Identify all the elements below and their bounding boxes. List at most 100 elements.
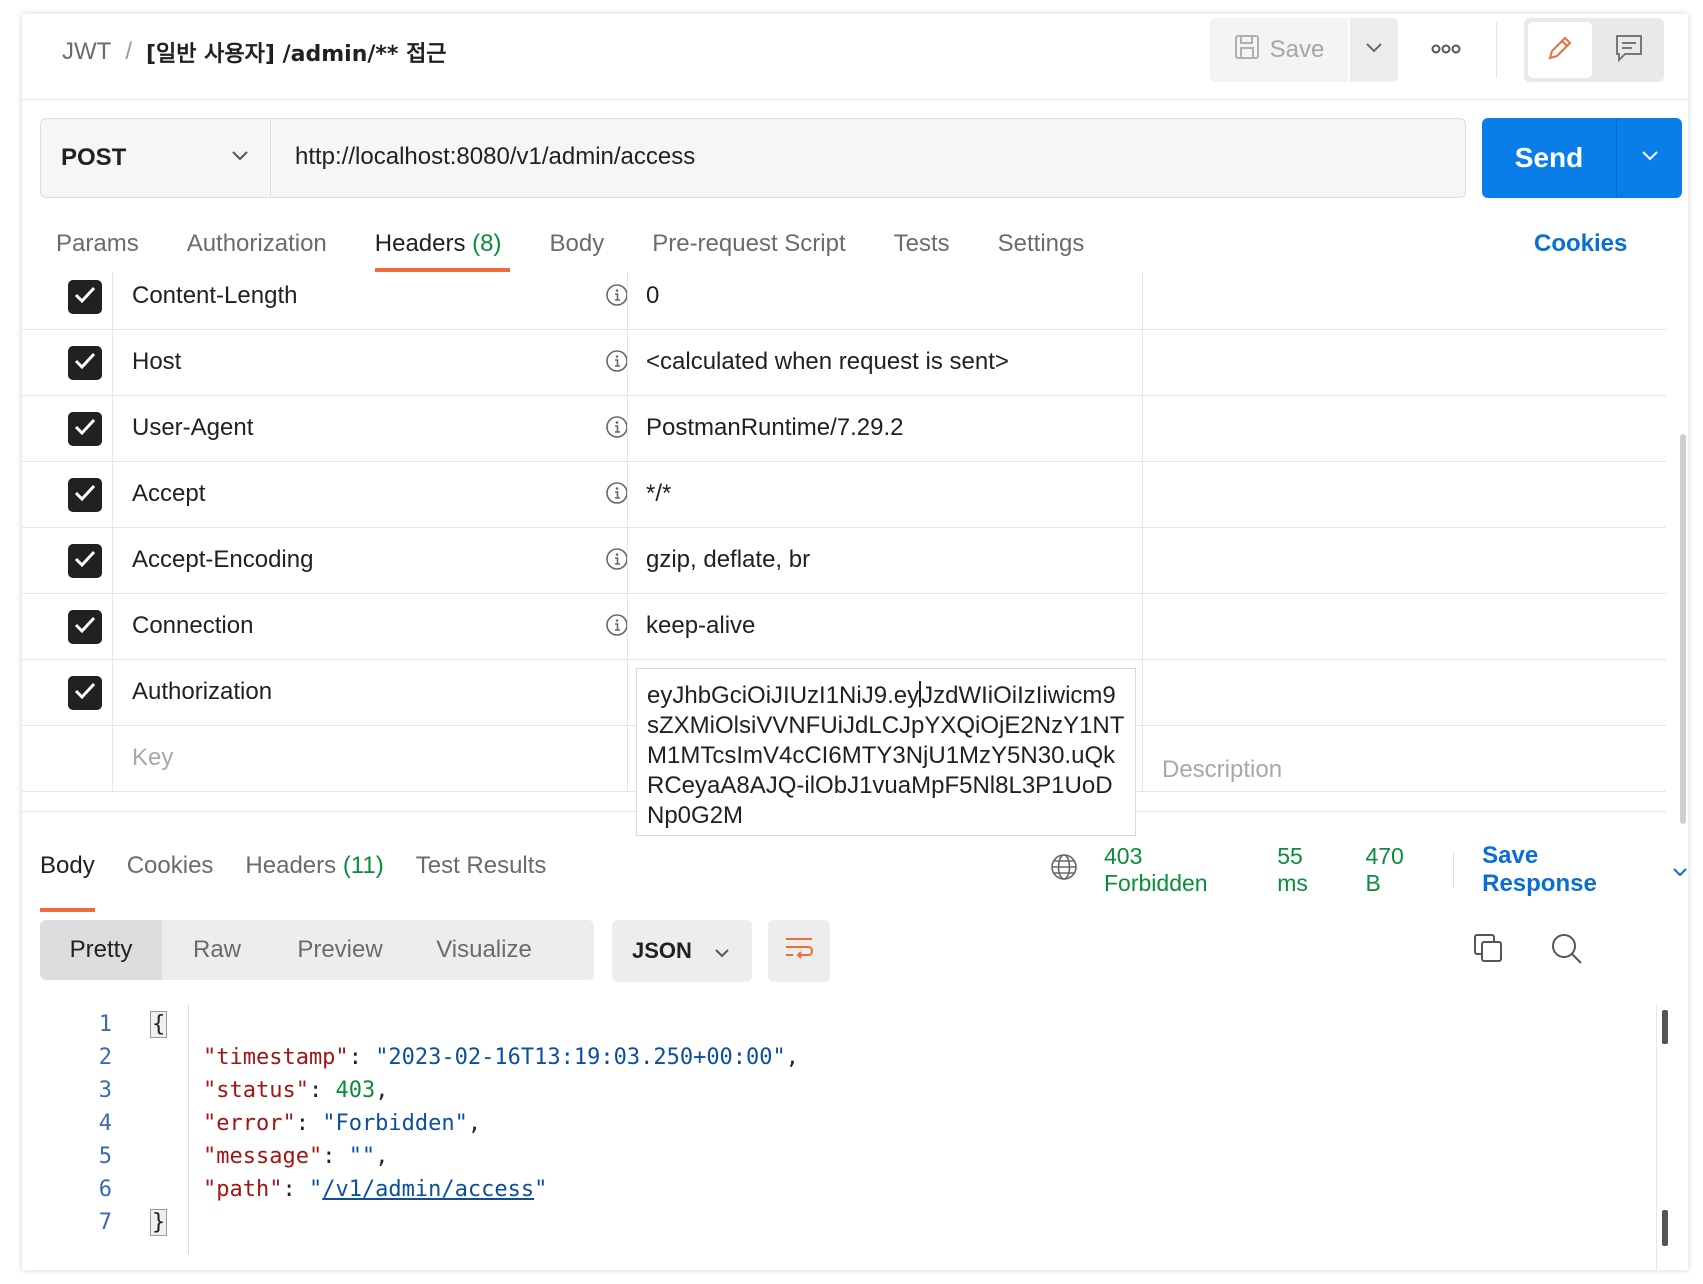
header-value[interactable]: */* — [646, 480, 671, 508]
tab-pre-request-script[interactable]: Pre-request Script — [652, 218, 845, 272]
save-button[interactable]: Save — [1210, 18, 1348, 82]
tab-label: Body — [549, 230, 605, 257]
format-raw[interactable]: Raw — [162, 920, 272, 980]
code-scrollbar-top[interactable] — [1662, 1010, 1668, 1044]
info-icon[interactable] — [605, 283, 629, 314]
request-title[interactable]: [일반 사용자] /admin/** 접근 — [146, 36, 447, 68]
header-enabled-checkbox[interactable] — [68, 346, 102, 380]
more-options-button[interactable] — [1426, 38, 1466, 62]
header-key[interactable]: Authorization — [132, 678, 272, 706]
tab-label: Test Results — [415, 852, 547, 879]
code-token: "Forbidden" — [322, 1111, 468, 1136]
response-size[interactable]: 470 B — [1365, 843, 1425, 897]
code-token: , — [785, 1045, 800, 1070]
header-value[interactable]: gzip, deflate, br — [646, 546, 810, 574]
header-enabled-checkbox[interactable] — [68, 478, 102, 512]
header-value[interactable]: <calculated when request is sent> — [646, 348, 1009, 376]
code-token: "2023-02-16T13:19:03.250+00:00" — [375, 1045, 786, 1070]
path-link[interactable]: /v1/admin/access — [322, 1177, 534, 1202]
code-scrollbar-bottom[interactable] — [1662, 1210, 1668, 1246]
code-line: "timestamp": "2023-02-16T13:19:03.250+00… — [150, 1045, 799, 1070]
info-icon[interactable] — [605, 613, 629, 644]
header-enabled-checkbox[interactable] — [68, 412, 102, 446]
send-button[interactable]: Send — [1482, 118, 1616, 198]
header-key[interactable]: Accept — [132, 480, 205, 508]
code-line: "status": 403, — [150, 1078, 388, 1103]
response-tab-headers[interactable]: Headers (11) — [245, 852, 383, 912]
response-tab-test-results[interactable]: Test Results — [416, 852, 547, 912]
header-key[interactable]: Content-Length — [132, 282, 297, 310]
header-value[interactable]: PostmanRuntime/7.29.2 — [646, 414, 903, 442]
info-icon[interactable] — [605, 349, 629, 380]
send-dropdown-button[interactable] — [1617, 118, 1682, 198]
checkmark-icon — [74, 613, 96, 641]
format-visualize[interactable]: Visualize — [408, 920, 560, 980]
line-number: 5 — [98, 1144, 112, 1169]
wrap-lines-button[interactable] — [768, 920, 830, 982]
chevron-down-icon — [231, 149, 249, 167]
response-time[interactable]: 55 ms — [1277, 843, 1339, 897]
header-enabled-checkbox[interactable] — [68, 544, 102, 578]
header-enabled-checkbox[interactable] — [68, 610, 102, 644]
breadcrumb: JWT / [일반 사용자] /admin/** 접근 — [62, 36, 447, 68]
url-input[interactable]: http://localhost:8080/v1/admin/access — [295, 143, 695, 171]
comments-button[interactable] — [1598, 22, 1660, 78]
globe-icon[interactable] — [1050, 853, 1078, 887]
code-token: "error" — [150, 1111, 296, 1136]
header-value[interactable]: 0 — [646, 282, 659, 310]
header-row: Accept-Encoding gzip, deflate, br — [22, 528, 1666, 594]
breadcrumb-collection[interactable]: JWT — [62, 38, 111, 66]
header-enabled-checkbox[interactable] — [68, 280, 102, 314]
info-icon[interactable] — [605, 481, 629, 512]
edit-mode-button[interactable] — [1528, 22, 1592, 78]
code-token: "" — [348, 1144, 376, 1169]
tab-authorization[interactable]: Authorization — [187, 218, 327, 272]
authorization-value-editor[interactable]: eyJhbGciOiJIUzI1NiJ9.eyJzdWIiOiIzIiwicm9… — [636, 668, 1136, 836]
tab-label: Headers — [245, 852, 337, 879]
info-icon[interactable] — [605, 415, 629, 446]
language-select[interactable]: JSON — [612, 920, 752, 982]
header-key[interactable]: Host — [132, 348, 181, 376]
response-body-code[interactable]: 1 {2 "timestamp": "2023-02-16T13:19:03.25… — [22, 1004, 1622, 1264]
key-placeholder[interactable]: Key — [132, 744, 173, 772]
code-line: { — [150, 1011, 168, 1038]
search-icon[interactable] — [1550, 932, 1584, 971]
save-dropdown-button[interactable] — [1350, 18, 1398, 82]
code-line: "error": "Forbidden", — [150, 1111, 481, 1136]
code-token: : — [295, 1111, 323, 1136]
info-icon[interactable] — [605, 547, 629, 578]
header-divider — [1496, 22, 1497, 78]
code-token: "path" — [150, 1177, 283, 1202]
send-button-group: Send — [1482, 118, 1682, 198]
response-tab-cookies[interactable]: Cookies — [127, 852, 214, 912]
format-preview[interactable]: Preview — [272, 920, 408, 980]
description-placeholder[interactable]: Description — [1162, 756, 1282, 784]
checkmark-icon — [74, 415, 96, 443]
tab-body[interactable]: Body — [550, 218, 605, 272]
comment-icon — [1614, 33, 1644, 68]
tab-headers[interactable]: Headers (8) — [374, 218, 510, 272]
header-row: Accept */* — [22, 462, 1666, 528]
code-token: : — [348, 1045, 376, 1070]
code-line: "path": "/v1/admin/access" — [150, 1177, 547, 1202]
tab-label: Params — [56, 230, 139, 257]
status-code[interactable]: 403 Forbidden — [1104, 843, 1251, 897]
header-key[interactable]: User-Agent — [132, 414, 253, 442]
response-tab-body[interactable]: Body — [40, 852, 95, 912]
tab-settings[interactable]: Settings — [998, 218, 1085, 272]
save-response-button[interactable]: Save Response — [1482, 842, 1688, 898]
copy-icon[interactable] — [1472, 932, 1504, 969]
header-enabled-checkbox[interactable] — [68, 676, 102, 710]
tab-tests[interactable]: Tests — [894, 218, 950, 272]
method-select[interactable]: POST — [41, 119, 271, 197]
tab-params[interactable]: Params — [56, 218, 139, 272]
header-key[interactable]: Accept-Encoding — [132, 546, 313, 574]
header-key[interactable]: Connection — [132, 612, 253, 640]
chevron-down-icon — [1365, 41, 1383, 59]
header-value[interactable]: keep-alive — [646, 612, 755, 640]
response-tabs: Body Cookies Headers (11) Test Results — [40, 852, 578, 914]
headers-scrollbar[interactable] — [1680, 434, 1686, 824]
pencil-icon — [1545, 33, 1575, 68]
format-pretty[interactable]: Pretty — [40, 920, 162, 980]
cookies-link[interactable]: Cookies — [1534, 230, 1627, 258]
